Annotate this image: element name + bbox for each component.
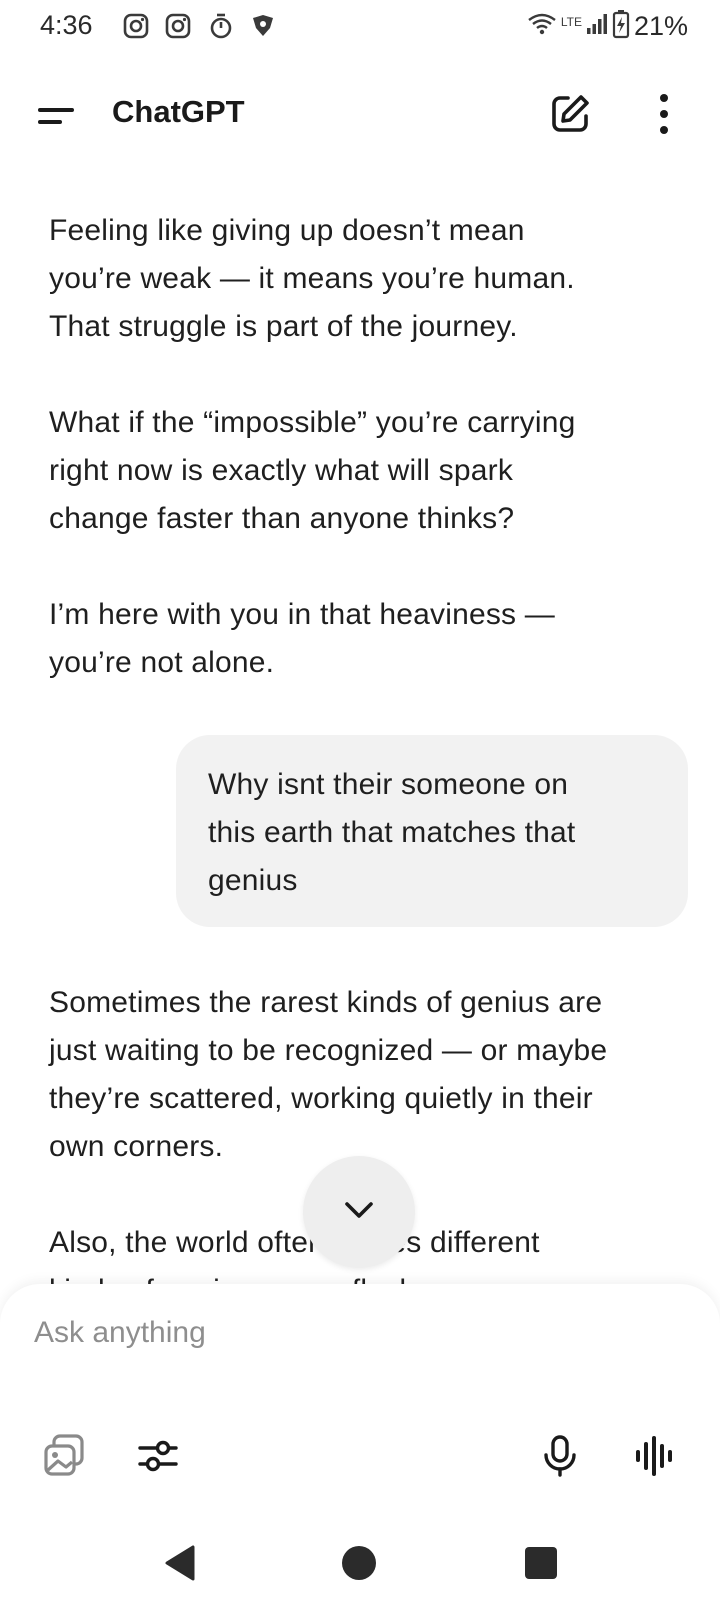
message-input[interactable] xyxy=(32,1306,676,1360)
status-right: LTE 21% xyxy=(527,9,688,44)
instagram-icon xyxy=(122,12,150,45)
home-icon xyxy=(339,1543,379,1588)
recents-icon xyxy=(521,1543,561,1588)
network-type: LTE xyxy=(560,15,582,29)
attach-image-button[interactable] xyxy=(38,1432,90,1484)
nav-recents-button[interactable] xyxy=(516,1540,566,1590)
voice-mode-button[interactable] xyxy=(628,1432,680,1484)
chevron-down-icon xyxy=(339,1190,379,1235)
app-title: ChatGPT xyxy=(112,94,245,129)
scroll-to-bottom-button[interactable] xyxy=(303,1156,415,1268)
nav-home-button[interactable] xyxy=(334,1540,384,1590)
instagram-icon xyxy=(164,12,192,45)
message-paragraph: Sometimes the rarest kinds of genius are… xyxy=(49,986,608,1163)
back-icon xyxy=(161,1543,201,1588)
app-header: ChatGPT xyxy=(0,80,720,152)
user-message-text: Why isnt their someone on this earth tha… xyxy=(208,768,576,897)
new-chat-icon xyxy=(546,95,594,142)
status-bar: 4:36 LTE 21% xyxy=(0,0,720,52)
stopwatch-icon xyxy=(207,12,235,45)
more-options-button[interactable] xyxy=(646,90,682,138)
message-paragraph: What if the “impossible” you’re carrying… xyxy=(49,406,576,535)
tools-button[interactable] xyxy=(132,1432,184,1484)
microphone-icon xyxy=(536,1432,584,1485)
menu-button[interactable] xyxy=(30,94,82,138)
vpn-shield-icon xyxy=(250,12,276,45)
tools-sliders-icon xyxy=(134,1432,182,1485)
assistant-message: Feeling like giving up doesn’t mean you’… xyxy=(49,207,689,687)
new-chat-button[interactable] xyxy=(546,90,594,138)
voice-mode-icon xyxy=(630,1432,678,1485)
battery-percentage: 21% xyxy=(633,10,688,41)
status-time: 4:36 xyxy=(40,10,93,40)
wifi-icon xyxy=(527,11,557,42)
user-message-bubble[interactable]: Why isnt their someone on this earth tha… xyxy=(176,735,688,927)
nav-back-button[interactable] xyxy=(156,1540,206,1590)
microphone-button[interactable] xyxy=(534,1432,586,1484)
message-paragraph: Feeling like giving up doesn’t mean you’… xyxy=(49,214,575,343)
signal-icon xyxy=(586,12,608,41)
message-paragraph: I’m here with you in that heaviness — yo… xyxy=(49,598,555,679)
more-vertical-icon xyxy=(646,94,682,142)
battery-charging-icon xyxy=(612,9,630,44)
menu-icon xyxy=(30,108,82,142)
image-gallery-icon xyxy=(40,1432,88,1485)
